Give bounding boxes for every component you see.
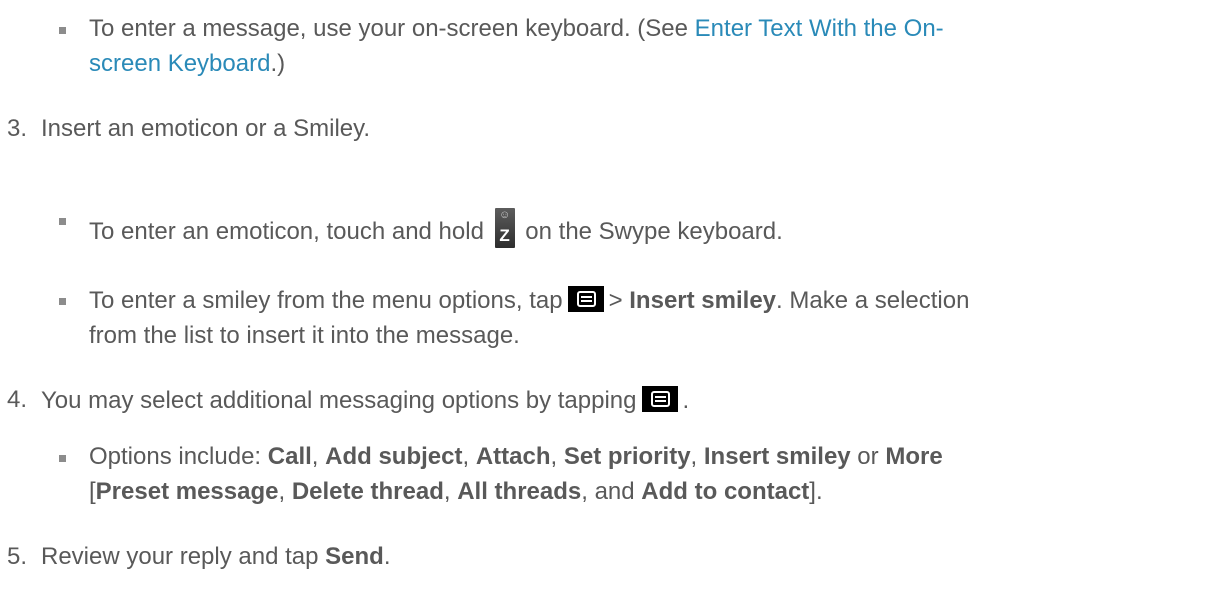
keyboard-help-link-cont[interactable]: screen Keyboard [89, 50, 270, 77]
option-add-to-contact: Add to contact [641, 478, 810, 505]
bullet-text: . Make a selection [776, 287, 970, 314]
option-insert-smiley: Insert smiley [703, 443, 851, 470]
bullet-text: To enter a smiley from the menu options,… [89, 287, 563, 314]
menu-key-icon [641, 386, 678, 412]
bullet-emoticon: To enter an emoticon, touch and hold ☺ Z… [89, 206, 783, 248]
bullet-text: To enter a message, use your on-screen k… [89, 15, 695, 42]
step-text-wrap: You may select additional messaging opti… [41, 386, 690, 414]
option-more: More [885, 443, 943, 470]
bullet-smiley-cont: from the list to insert it into the mess… [89, 322, 520, 350]
option-preset-message: Preset message [95, 478, 279, 505]
bullet-marker [59, 298, 66, 305]
z-letter: Z [499, 226, 510, 245]
bullet-marker [59, 218, 66, 225]
bullet-marker [59, 27, 66, 34]
smiley-glyph: ☺ [498, 209, 511, 221]
menu-key-icon [567, 286, 604, 312]
step-text: Insert an emoticon or a Smiley. [41, 115, 371, 142]
option-set-priority: Set priority [563, 443, 691, 470]
arrow-separator: > [608, 287, 623, 314]
option-all-threads: All threads [457, 478, 582, 505]
keyboard-help-link[interactable]: Enter Text With the On- [695, 15, 944, 42]
bullet-marker [59, 455, 66, 462]
option-delete-thread: Delete thread [291, 478, 444, 505]
step-number: 5. [7, 543, 28, 570]
swype-z-key-icon: ☺ Z [494, 208, 515, 248]
bullet-smiley: To enter a smiley from the menu options,… [89, 286, 969, 315]
insert-smiley-label: Insert smiley [629, 287, 777, 314]
bullet-text: on the Swype keyboard. [525, 218, 783, 245]
option-add-subject: Add subject [325, 443, 463, 470]
step-text: You may select additional messaging opti… [41, 387, 637, 414]
option-call: Call [267, 443, 312, 470]
option-attach: Attach [475, 443, 551, 470]
bullet-text: from the list to insert it into the mess… [89, 322, 520, 349]
step-number: 3. [7, 115, 28, 142]
bullet-enter-message-cont: screen Keyboard.) [89, 50, 285, 78]
bullet-text: To enter an emoticon, touch and hold [89, 218, 484, 245]
step-text-wrap: Review your reply and tap Send. [41, 543, 391, 570]
step-number: 4. [7, 386, 28, 413]
step-text: Review your reply and tap [41, 543, 326, 570]
send-label: Send [325, 543, 384, 570]
bullet-text: .) [270, 50, 286, 77]
bullet-options-cont: [Preset message, Delete thread, All thre… [89, 478, 823, 505]
bullet-enter-message: To enter a message, use your on-screen k… [89, 15, 944, 43]
bullet-options: Options include: Call, Add subject, Atta… [89, 443, 943, 470]
